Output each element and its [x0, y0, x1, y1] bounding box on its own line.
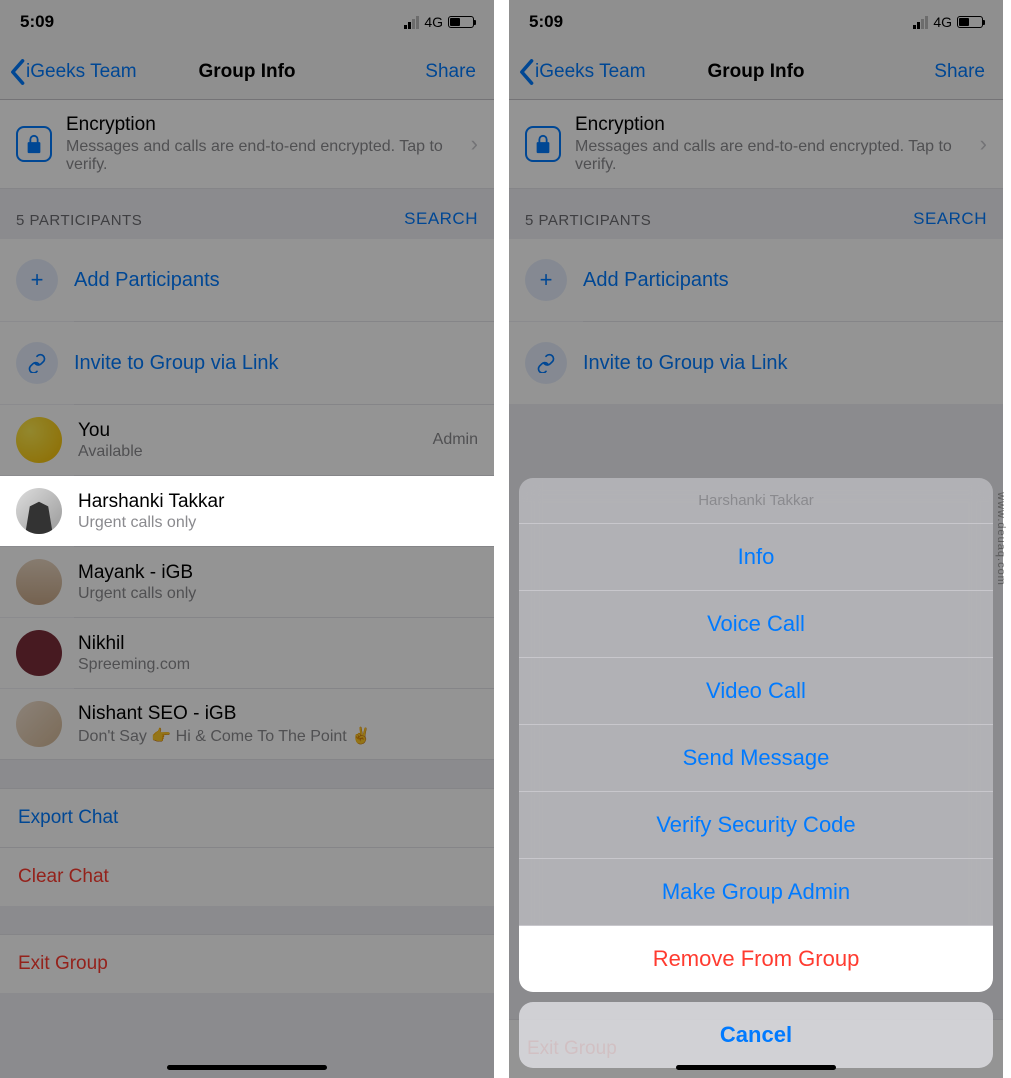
- status-time: 5:09: [20, 12, 54, 32]
- participants-header: 5 PARTICIPANTS SEARCH: [0, 189, 494, 239]
- avatar: [16, 559, 62, 605]
- sheet-voice-call-button[interactable]: Voice Call: [519, 591, 993, 658]
- participants-header: 5 PARTICIPANTS SEARCH: [509, 189, 1003, 239]
- participant-name: You: [78, 420, 433, 442]
- participant-name: Harshanki Takkar: [78, 491, 478, 513]
- link-icon: [16, 342, 58, 384]
- add-participants-row[interactable]: + Add Participants: [509, 239, 1003, 321]
- page-title: Group Info: [707, 61, 804, 83]
- encryption-title: Encryption: [575, 114, 972, 136]
- participant-row[interactable]: Mayank - iGB Urgent calls only: [0, 547, 494, 617]
- sheet-info-button[interactable]: Info: [519, 524, 993, 591]
- participant-row[interactable]: Nikhil Spreeming.com: [0, 618, 494, 688]
- chevron-left-icon: [517, 58, 535, 86]
- participant-status: Urgent calls only: [78, 514, 478, 532]
- participant-status: Available: [78, 443, 433, 461]
- network-label: 4G: [933, 14, 952, 30]
- watermark: www.deuaq.com: [995, 492, 1007, 586]
- avatar: [16, 630, 62, 676]
- invite-link-label: Invite to Group via Link: [583, 352, 788, 375]
- participant-name: Nishant SEO - iGB: [78, 703, 478, 725]
- status-bar: 5:09 4G: [0, 0, 494, 44]
- battery-icon: [448, 16, 474, 28]
- status-bar: 5:09 4G: [509, 0, 1003, 44]
- avatar: [16, 417, 62, 463]
- nav-bar: iGeeks Team Group Info Share: [509, 44, 1003, 100]
- back-label: iGeeks Team: [535, 61, 646, 83]
- add-participants-label: Add Participants: [583, 269, 729, 292]
- status-right: 4G: [404, 14, 474, 30]
- encryption-title: Encryption: [66, 114, 463, 136]
- export-chat-button[interactable]: Export Chat: [0, 788, 494, 847]
- network-label: 4G: [424, 14, 443, 30]
- add-participants-row[interactable]: + Add Participants: [0, 239, 494, 321]
- participant-row-you[interactable]: You Available Admin: [0, 405, 494, 475]
- sheet-remove-button[interactable]: Remove From Group: [519, 926, 993, 992]
- sheet-title: Harshanki Takkar: [519, 478, 993, 524]
- link-icon: [525, 342, 567, 384]
- encryption-subtitle: Messages and calls are end-to-end encryp…: [66, 138, 463, 174]
- status-right: 4G: [913, 14, 983, 30]
- encryption-row[interactable]: Encryption Messages and calls are end-to…: [0, 100, 494, 189]
- plus-icon: +: [525, 259, 567, 301]
- clear-chat-button[interactable]: Clear Chat: [0, 847, 494, 906]
- plus-icon: +: [16, 259, 58, 301]
- exit-group-button[interactable]: Exit Group: [0, 934, 494, 993]
- phone-right: 5:09 4G iGeeks Team Group Info Share Enc…: [509, 0, 1003, 1078]
- sheet-video-call-button[interactable]: Video Call: [519, 658, 993, 725]
- avatar: [16, 701, 62, 747]
- add-participants-label: Add Participants: [74, 269, 220, 292]
- participant-role: Admin: [433, 431, 478, 449]
- participant-name: Nikhil: [78, 633, 478, 655]
- back-button[interactable]: iGeeks Team: [517, 58, 646, 86]
- chevron-right-icon: ›: [980, 131, 987, 157]
- encryption-row[interactable]: Encryption Messages and calls are end-to…: [509, 100, 1003, 189]
- action-sheet-panel: Harshanki Takkar Info Voice Call Video C…: [519, 478, 993, 992]
- status-time: 5:09: [529, 12, 563, 32]
- section-gap: [0, 760, 494, 788]
- chevron-left-icon: [8, 58, 26, 86]
- sheet-send-message-button[interactable]: Send Message: [519, 725, 993, 792]
- home-indicator[interactable]: [167, 1065, 327, 1070]
- chevron-right-icon: ›: [471, 131, 478, 157]
- home-indicator[interactable]: [676, 1065, 836, 1070]
- sheet-cancel-button[interactable]: Cancel: [519, 1002, 993, 1068]
- invite-link-row[interactable]: Invite to Group via Link: [509, 322, 1003, 404]
- invite-link-label: Invite to Group via Link: [74, 352, 279, 375]
- encryption-subtitle: Messages and calls are end-to-end encryp…: [575, 138, 972, 174]
- battery-icon: [957, 16, 983, 28]
- participant-status: Spreeming.com: [78, 656, 478, 674]
- participants-count: 5 PARTICIPANTS: [525, 212, 651, 229]
- participant-status: Urgent calls only: [78, 585, 478, 603]
- back-label: iGeeks Team: [26, 61, 137, 83]
- avatar: [16, 488, 62, 534]
- section-gap: [0, 906, 494, 934]
- signal-icon: [404, 16, 419, 29]
- share-button[interactable]: Share: [425, 61, 486, 83]
- page-title: Group Info: [198, 61, 295, 83]
- lock-icon: [525, 126, 561, 162]
- action-sheet: Harshanki Takkar Info Voice Call Video C…: [519, 478, 993, 1068]
- invite-link-row[interactable]: Invite to Group via Link: [0, 322, 494, 404]
- phone-left: 5:09 4G iGeeks Team Group Info Share Enc…: [0, 0, 494, 1078]
- participant-row-selected[interactable]: Harshanki Takkar Urgent calls only: [0, 476, 494, 546]
- encryption-text: Encryption Messages and calls are end-to…: [66, 114, 463, 174]
- search-button[interactable]: SEARCH: [913, 209, 987, 229]
- share-button[interactable]: Share: [934, 61, 995, 83]
- search-button[interactable]: SEARCH: [404, 209, 478, 229]
- sheet-verify-button[interactable]: Verify Security Code: [519, 792, 993, 859]
- participants-count: 5 PARTICIPANTS: [16, 212, 142, 229]
- sheet-make-admin-button[interactable]: Make Group Admin: [519, 859, 993, 926]
- participant-name: Mayank - iGB: [78, 562, 478, 584]
- nav-bar: iGeeks Team Group Info Share: [0, 44, 494, 100]
- participant-status: Don't Say 👉 Hi & Come To The Point ✌️: [78, 726, 478, 746]
- back-button[interactable]: iGeeks Team: [8, 58, 137, 86]
- lock-icon: [16, 126, 52, 162]
- encryption-text: Encryption Messages and calls are end-to…: [575, 114, 972, 174]
- signal-icon: [913, 16, 928, 29]
- participant-row[interactable]: Nishant SEO - iGB Don't Say 👉 Hi & Come …: [0, 689, 494, 760]
